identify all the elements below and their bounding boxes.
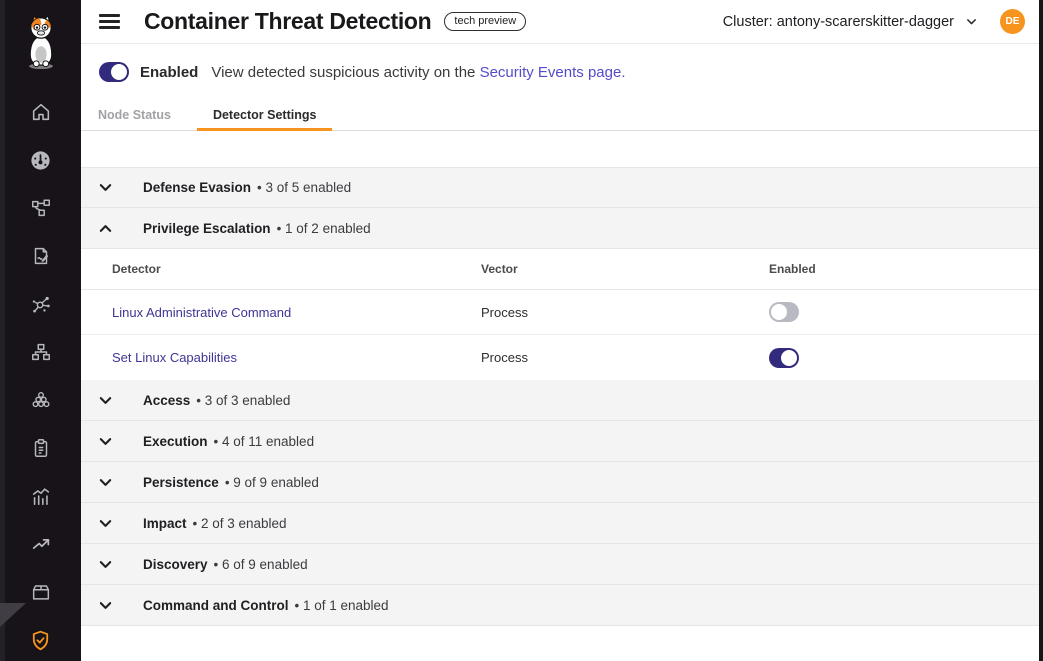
category-row-persistence[interactable]: Persistence • 9 of 9 enabled (81, 462, 1043, 503)
sitemap-icon[interactable] (0, 328, 81, 376)
compliance-clipboard-icon[interactable] (0, 424, 81, 472)
tech-preview-badge: tech preview (444, 12, 526, 31)
category-label: Execution (143, 434, 208, 449)
chevron-down-icon (97, 557, 113, 572)
avatar[interactable]: DE (1000, 9, 1025, 34)
column-header-detector: Detector (112, 262, 481, 276)
category-count: • 9 of 9 enabled (225, 475, 319, 490)
enabled-toggle[interactable] (99, 62, 129, 82)
chevron-down-icon (965, 15, 978, 28)
service-graph-icon[interactable] (0, 184, 81, 232)
category-count: • 2 of 3 enabled (193, 516, 287, 531)
policy-recommendation-icon[interactable] (0, 232, 81, 280)
detector-table: Detector Vector Enabled Linux Administra… (81, 249, 1043, 380)
category-label: Impact (143, 516, 187, 531)
statistics-chart-icon[interactable] (0, 472, 81, 520)
calico-cat-logo[interactable] (0, 0, 81, 88)
dashboard-gauge-icon[interactable] (0, 136, 81, 184)
chevron-down-icon (97, 598, 113, 613)
table-row: Set Linux Capabilities Process (81, 335, 1043, 380)
banner-description: View detected suspicious activity on the (211, 64, 479, 81)
category-row-command-and-control[interactable]: Command and Control • 1 of 1 enabled (81, 585, 1043, 626)
chevron-up-icon (97, 221, 113, 236)
column-header-enabled: Enabled (769, 262, 1043, 276)
home-icon[interactable] (0, 88, 81, 136)
category-row-discovery[interactable]: Discovery • 6 of 9 enabled (81, 544, 1043, 585)
category-row-impact[interactable]: Impact • 2 of 3 enabled (81, 503, 1043, 544)
category-label: Command and Control (143, 598, 289, 613)
top-bar: Container Threat Detection tech preview … (81, 0, 1043, 44)
cluster-selector[interactable]: Cluster: antony-scarerskitter-dagger (723, 14, 978, 30)
category-row-privilege-escalation[interactable]: Privilege Escalation • 1 of 2 enabled (81, 208, 1043, 249)
detector-toggle[interactable] (769, 302, 799, 322)
sidebar-nav (0, 88, 81, 661)
detector-link-set-linux-capabilities[interactable]: Set Linux Capabilities (112, 350, 481, 365)
tab-node-status[interactable]: Node Status (82, 100, 187, 130)
vector-value: Process (481, 305, 769, 320)
detector-link-linux-administrative-command[interactable]: Linux Administrative Command (112, 305, 481, 320)
security-events-link[interactable]: Security Events page. (480, 64, 626, 81)
chevron-down-icon (97, 434, 113, 449)
category-label: Privilege Escalation (143, 221, 271, 236)
chevron-down-icon (97, 393, 113, 408)
category-label: Access (143, 393, 190, 408)
category-count: • 3 of 3 enabled (196, 393, 290, 408)
main-area: Container Threat Detection tech preview … (81, 0, 1043, 661)
category-label: Persistence (143, 475, 219, 490)
enable-banner: Enabled View detected suspicious activit… (81, 44, 1043, 100)
chevron-down-icon (97, 475, 113, 490)
cluster-selector-label: Cluster: antony-scarerskitter-dagger (723, 14, 954, 30)
chevron-down-icon (97, 180, 113, 195)
detector-table-header: Detector Vector Enabled (81, 249, 1043, 290)
detector-toggle[interactable] (769, 348, 799, 368)
detector-settings-panel: Defense Evasion • 3 of 5 enabled Privile… (81, 131, 1043, 626)
category-count: • 1 of 2 enabled (277, 221, 371, 236)
category-row-execution[interactable]: Execution • 4 of 11 enabled (81, 421, 1043, 462)
page-title: Container Threat Detection (144, 8, 431, 35)
category-count: • 6 of 9 enabled (214, 557, 308, 572)
category-row-access[interactable]: Access • 3 of 3 enabled (81, 380, 1043, 421)
tab-bar: Node Status Detector Settings (81, 100, 1043, 131)
category-count: • 1 of 1 enabled (295, 598, 389, 613)
column-header-vector: Vector (481, 262, 769, 276)
sidebar-corner-wedge (0, 603, 26, 627)
category-row-defense-evasion[interactable]: Defense Evasion • 3 of 5 enabled (81, 167, 1043, 208)
network-graph-icon[interactable] (0, 280, 81, 328)
category-count: • 3 of 5 enabled (257, 180, 351, 195)
vector-value: Process (481, 350, 769, 365)
sidebar (0, 0, 81, 661)
enabled-label: Enabled (140, 64, 198, 81)
chevron-down-icon (97, 516, 113, 531)
table-row: Linux Administrative Command Process (81, 290, 1043, 335)
window-edge (1039, 0, 1043, 661)
hamburger-menu-icon[interactable] (99, 14, 120, 29)
category-label: Defense Evasion (143, 180, 251, 195)
tab-detector-settings[interactable]: Detector Settings (197, 100, 333, 130)
endpoints-icon[interactable] (0, 376, 81, 424)
trends-icon[interactable] (0, 520, 81, 568)
category-label: Discovery (143, 557, 208, 572)
category-count: • 4 of 11 enabled (214, 434, 315, 449)
